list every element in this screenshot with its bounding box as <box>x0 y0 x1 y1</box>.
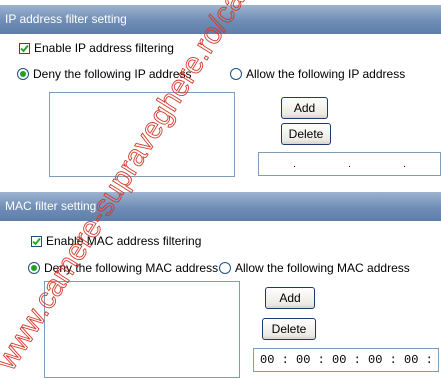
ip-separator: . <box>348 158 351 170</box>
deny-mac-row[interactable]: Deny the following MAC address <box>28 261 218 275</box>
deny-mac-radio[interactable] <box>28 262 40 274</box>
radio-selected-dot <box>31 265 37 271</box>
enable-ip-filter-row[interactable]: Enable IP address filtering <box>19 41 174 55</box>
ip-address-list[interactable] <box>49 92 235 177</box>
deny-mac-label: Deny the following MAC address <box>44 261 219 275</box>
enable-mac-filter-row[interactable]: Enable MAC address filtering <box>31 234 201 248</box>
mac-filter-title: MAC filter setting <box>5 199 97 213</box>
allow-mac-label: Allow the following MAC address <box>235 261 410 275</box>
check-icon <box>20 44 29 52</box>
allow-mac-row[interactable]: Allow the following MAC address <box>219 261 410 275</box>
deny-ip-radio[interactable] <box>17 68 29 80</box>
ip-delete-button[interactable]: Delete <box>281 123 331 145</box>
ip-add-button[interactable]: Add <box>281 97 328 119</box>
mac-filter-section-header: MAC filter setting <box>0 192 441 221</box>
allow-mac-radio[interactable] <box>219 262 231 274</box>
allow-ip-radio[interactable] <box>230 68 242 80</box>
ip-address-input[interactable]: . . . <box>258 152 441 176</box>
ip-filter-section-header: IP address filter setting <box>0 5 441 34</box>
radio-selected-dot <box>20 71 26 77</box>
allow-ip-row[interactable]: Allow the following IP address <box>230 67 405 81</box>
check-icon <box>32 237 41 245</box>
enable-ip-filter-checkbox[interactable] <box>19 42 30 54</box>
ip-separator: . <box>293 158 296 170</box>
mac-address-value: 00 : 00 : 00 : 00 : 00 : 00 <box>260 353 439 367</box>
mac-address-input[interactable]: 00 : 00 : 00 : 00 : 00 : 00 <box>253 348 439 372</box>
mac-add-button[interactable]: Add <box>265 287 315 309</box>
enable-mac-filter-checkbox[interactable] <box>31 235 42 247</box>
enable-mac-filter-label: Enable MAC address filtering <box>46 234 202 248</box>
mac-address-list[interactable] <box>44 281 240 378</box>
ip-separator: . <box>403 158 406 170</box>
deny-ip-label: Deny the following IP address <box>33 67 192 81</box>
mac-delete-button[interactable]: Delete <box>262 318 316 340</box>
enable-ip-filter-label: Enable IP address filtering <box>34 41 174 55</box>
ip-filter-title: IP address filter setting <box>5 12 127 26</box>
allow-ip-label: Allow the following IP address <box>246 67 406 81</box>
deny-ip-row[interactable]: Deny the following IP address <box>17 67 192 81</box>
